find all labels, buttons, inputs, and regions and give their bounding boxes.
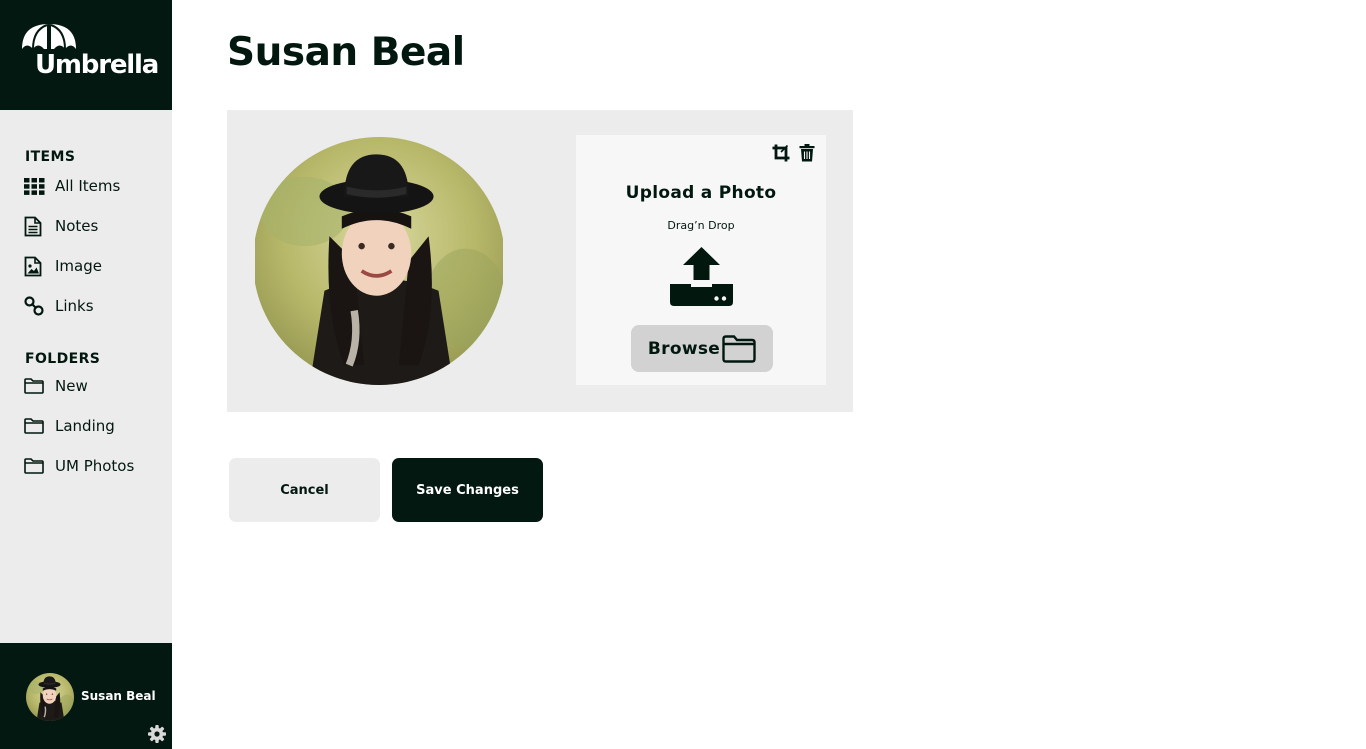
umbrella-icon bbox=[22, 24, 76, 50]
sidebar-folder-label: UM Photos bbox=[55, 457, 135, 475]
items-heading: ITEMS bbox=[25, 149, 76, 165]
profile-photo bbox=[253, 137, 505, 385]
grid-icon bbox=[24, 175, 46, 197]
sidebar-folder-landing[interactable]: Landing bbox=[24, 413, 115, 439]
link-icon bbox=[24, 295, 46, 317]
user-name: Susan Beal bbox=[81, 689, 156, 703]
folder-icon bbox=[24, 375, 46, 397]
cancel-button[interactable]: Cancel bbox=[229, 458, 380, 522]
avatar[interactable] bbox=[26, 673, 74, 721]
sidebar-item-label: Image bbox=[55, 257, 102, 275]
upload-icon bbox=[670, 247, 733, 307]
logo-text: Umbrella bbox=[35, 50, 159, 80]
sidebar-folder-um-photos[interactable]: UM Photos bbox=[24, 453, 134, 479]
crop-icon[interactable] bbox=[772, 144, 790, 162]
folder-icon bbox=[24, 415, 46, 437]
photo-editor-panel: Upload a Photo Drag’n Drop Browse bbox=[227, 110, 853, 412]
sidebar-item-label: All Items bbox=[55, 177, 121, 195]
sidebar: Umbrella ITEMS All Items Notes Image Lin… bbox=[0, 0, 172, 749]
save-changes-button[interactable]: Save Changes bbox=[392, 458, 543, 522]
gear-icon[interactable] bbox=[147, 724, 167, 744]
sidebar-item-label: Notes bbox=[55, 217, 99, 235]
sidebar-item-notes[interactable]: Notes bbox=[24, 213, 98, 239]
browse-label: Browse bbox=[647, 338, 721, 359]
browse-button[interactable]: Browse bbox=[631, 325, 773, 372]
logo[interactable]: Umbrella bbox=[0, 0, 172, 110]
trash-icon[interactable] bbox=[799, 144, 815, 162]
folders-heading: FOLDERS bbox=[25, 351, 101, 367]
user-profile: Susan Beal bbox=[0, 643, 172, 749]
sidebar-item-links[interactable]: Links bbox=[24, 293, 94, 319]
folder-icon bbox=[24, 455, 46, 477]
upload-dropzone[interactable]: Upload a Photo Drag’n Drop Browse bbox=[576, 135, 826, 385]
sidebar-folder-label: New bbox=[55, 377, 88, 395]
image-icon bbox=[24, 255, 46, 277]
upload-subtitle: Drag’n Drop bbox=[667, 219, 735, 232]
page-title: Susan Beal bbox=[227, 30, 465, 75]
sidebar-item-all-items[interactable]: All Items bbox=[24, 173, 120, 199]
sidebar-item-label: Links bbox=[55, 297, 94, 315]
sidebar-folder-new[interactable]: New bbox=[24, 373, 88, 399]
sidebar-item-image[interactable]: Image bbox=[24, 253, 102, 279]
document-icon bbox=[24, 215, 46, 237]
folder-icon bbox=[722, 334, 756, 363]
upload-title: Upload a Photo bbox=[625, 183, 777, 203]
sidebar-folder-label: Landing bbox=[55, 417, 115, 435]
